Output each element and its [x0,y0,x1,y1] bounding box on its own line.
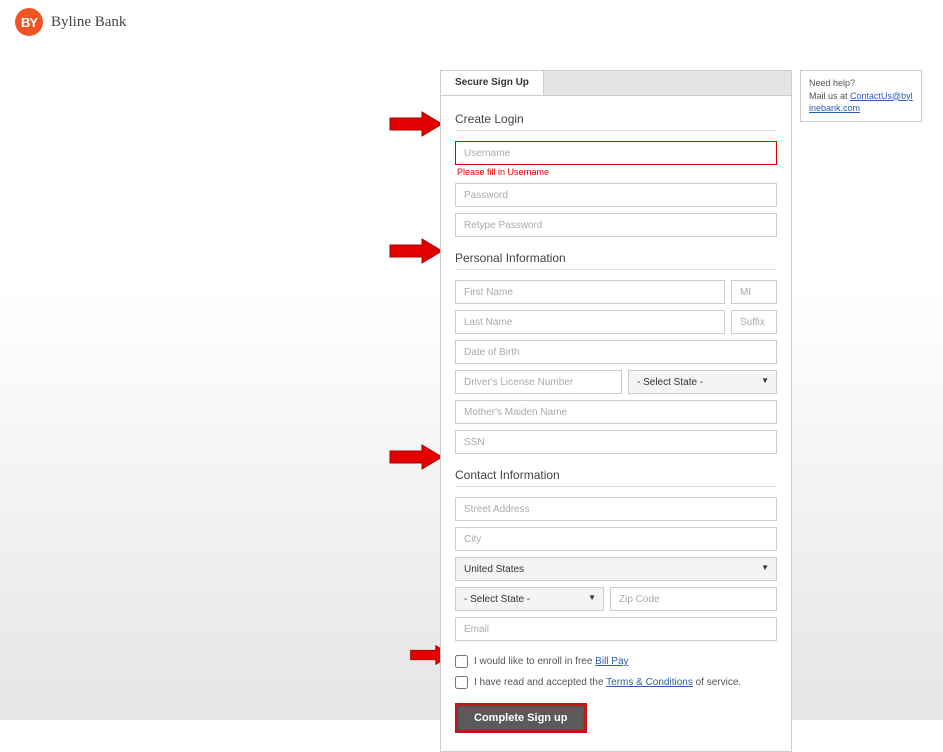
retype-password-input[interactable] [455,213,777,237]
street-input[interactable] [455,497,777,521]
username-error: Please fill in Username [457,167,777,177]
section-personal-info: Personal Information [455,251,777,270]
dl-state-select[interactable]: - Select State - [628,370,777,394]
billpay-link[interactable]: Bill Pay [595,656,628,667]
state-select[interactable]: - Select State - [455,587,604,611]
arrow-icon [388,443,444,471]
terms-link[interactable]: Terms & Conditions [606,677,693,688]
section-create-login: Create Login [455,112,777,131]
last-name-input[interactable] [455,310,725,334]
terms-checkbox[interactable] [455,676,468,689]
mothers-maiden-input[interactable] [455,400,777,424]
tab-secure-signup[interactable]: Secure Sign Up [441,71,544,95]
email-input[interactable] [455,617,777,641]
section-contact-info: Contact Information [455,468,777,487]
username-input[interactable] [455,141,777,165]
suffix-input[interactable] [731,310,777,334]
password-input[interactable] [455,183,777,207]
signup-form: Create Login Please fill in Username Per… [440,96,792,752]
city-input[interactable] [455,527,777,551]
brand-name: Byline Bank [51,14,126,31]
country-select[interactable]: United States [455,557,777,581]
terms-label: I have read and accepted the Terms & Con… [474,677,741,688]
complete-signup-button[interactable]: Complete Sign up [455,703,587,733]
tab-bar: Secure Sign Up [440,70,792,96]
dob-input[interactable] [455,340,777,364]
drivers-license-input[interactable] [455,370,622,394]
arrow-icon [388,237,444,265]
arrow-icon [388,110,444,138]
billpay-checkbox[interactable] [455,655,468,668]
first-name-input[interactable] [455,280,725,304]
billpay-label: I would like to enroll in free Bill Pay [474,656,629,667]
zip-input[interactable] [610,587,777,611]
mi-input[interactable] [731,280,777,304]
brand-logo: BY Byline Bank [15,8,126,36]
logo-mark: BY [15,8,43,36]
ssn-input[interactable] [455,430,777,454]
